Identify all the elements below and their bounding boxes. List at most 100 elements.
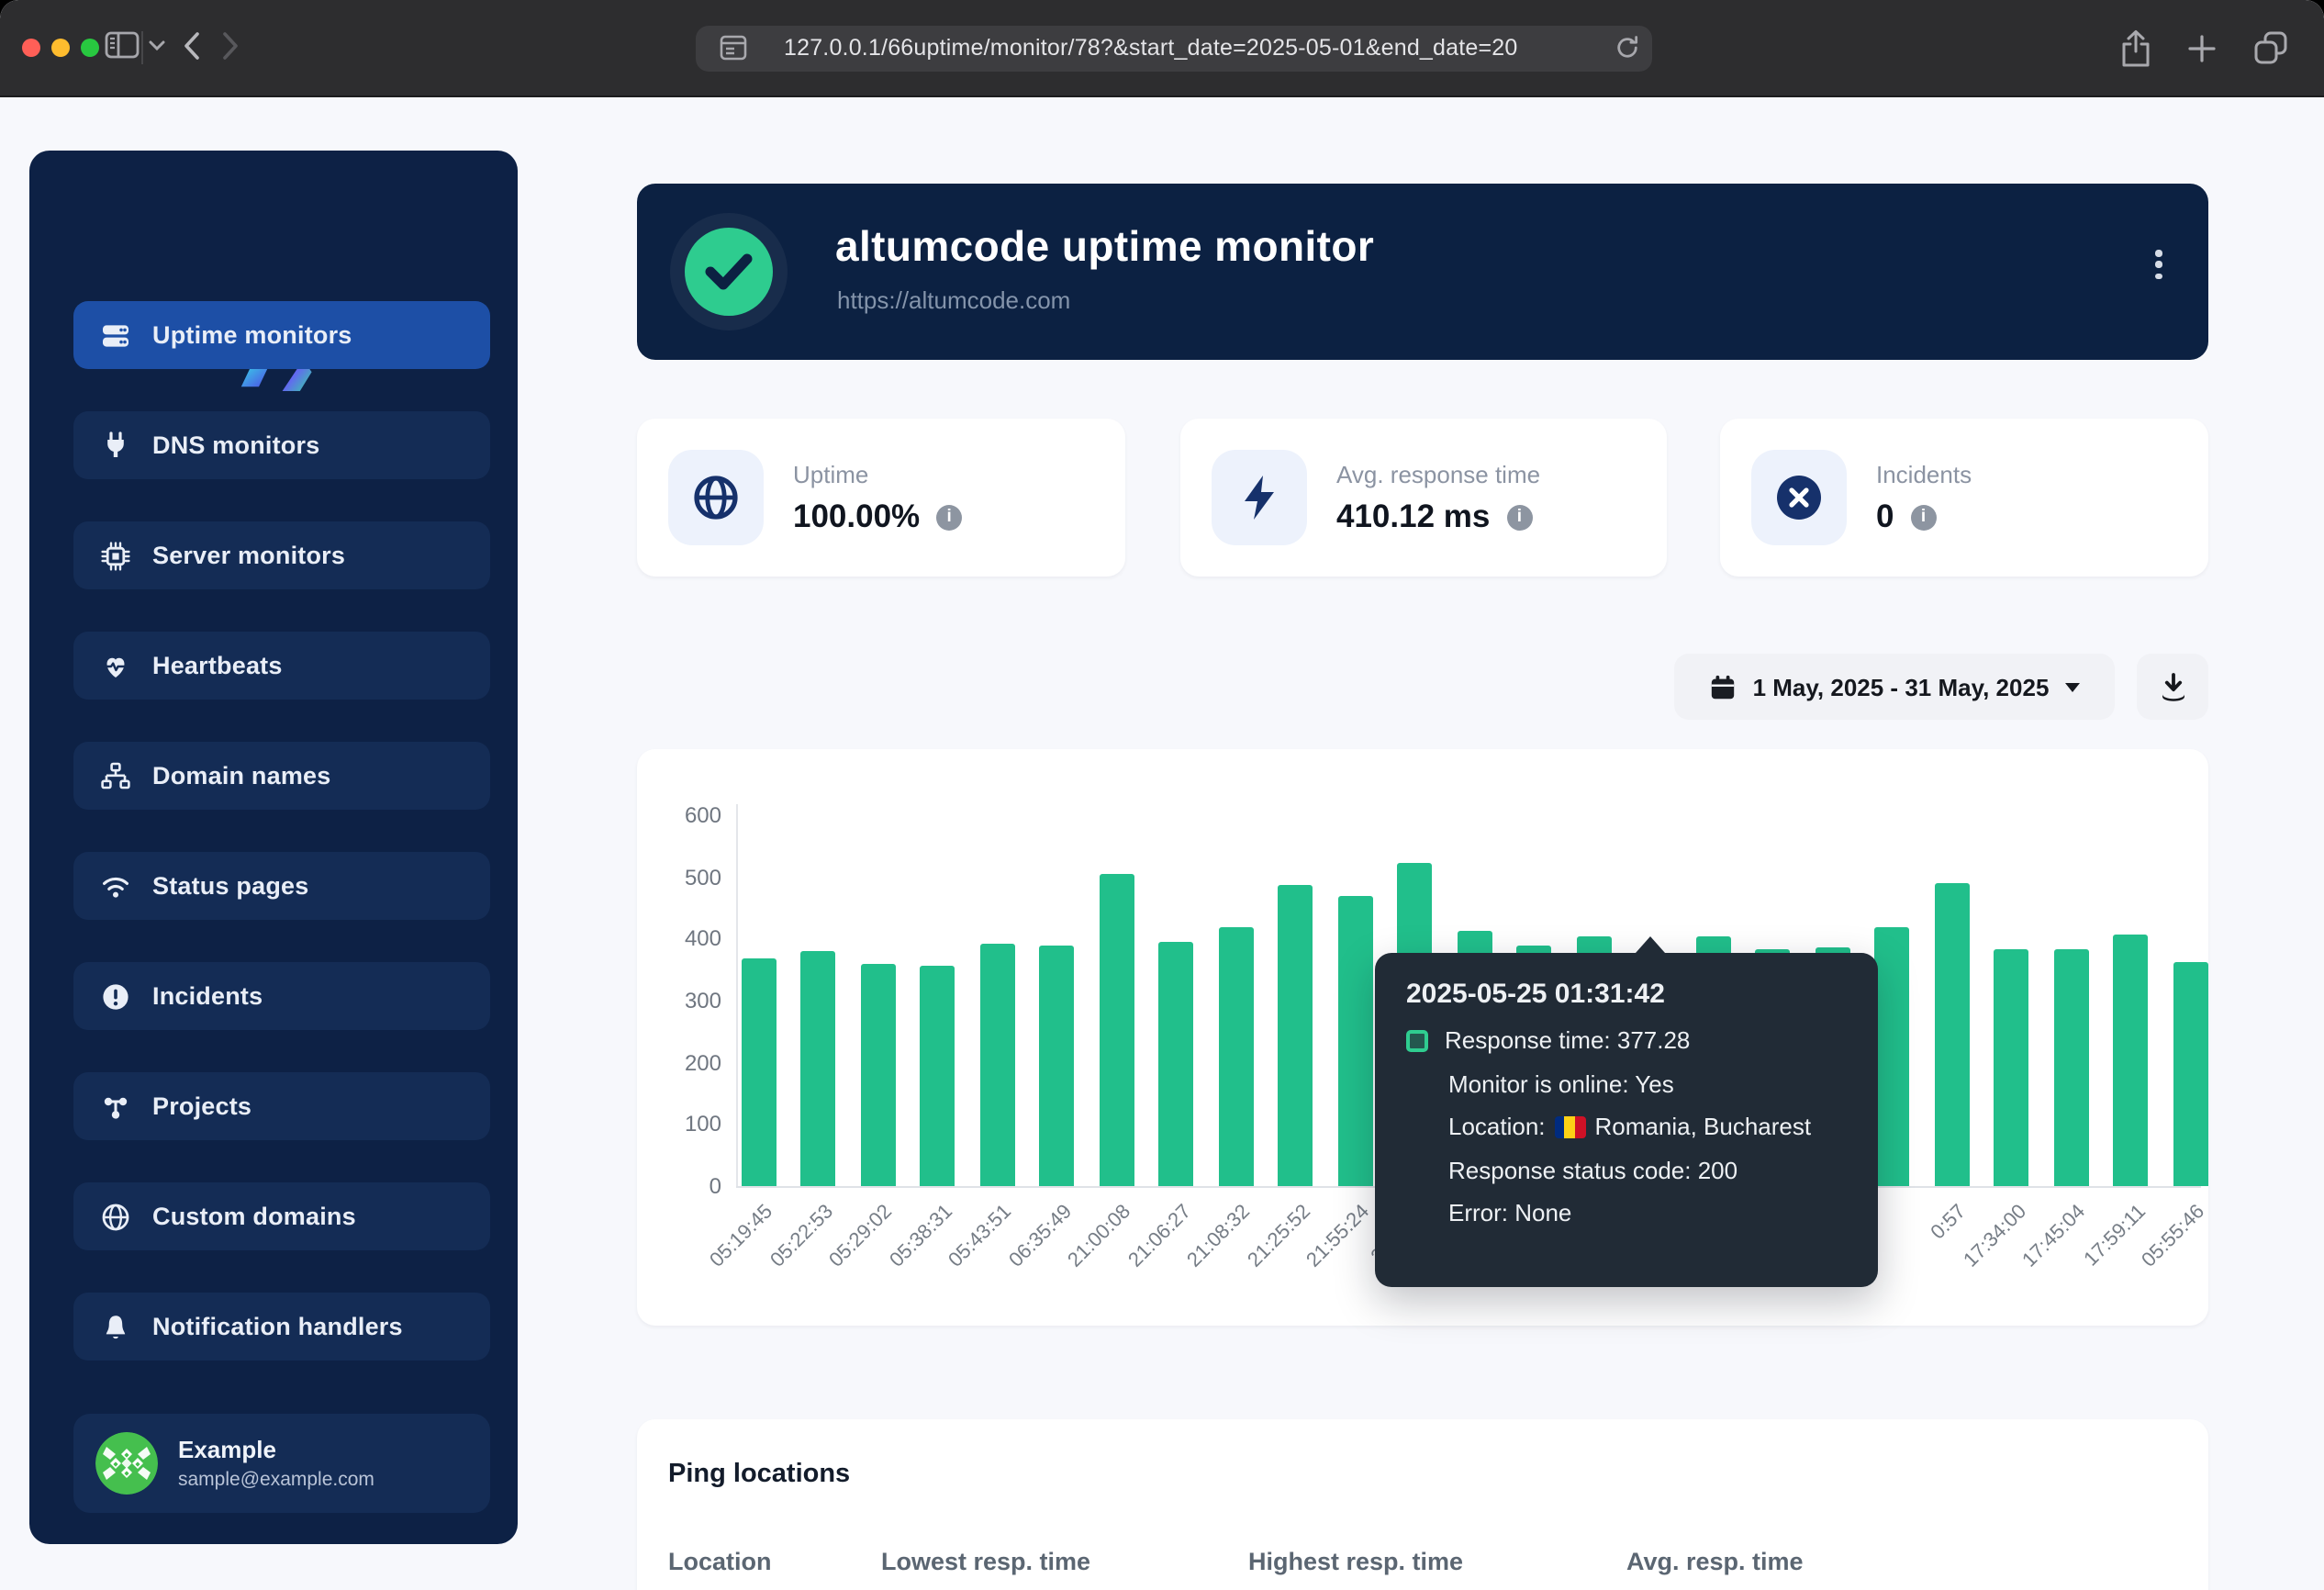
chart-bar[interactable] [800,951,835,1186]
chart-bar[interactable] [920,966,955,1186]
stat-label: Incidents [1876,461,1972,488]
sidebar-item-heartbeats[interactable]: Heartbeats [73,632,490,700]
sidebar-item-custom-domains[interactable]: Custom domains [73,1182,490,1250]
close-window-button[interactable] [22,39,40,57]
ping-locations-title: Ping locations [668,1460,850,1489]
chart-bar[interactable] [2173,962,2207,1186]
back-icon[interactable] [184,31,200,61]
info-icon[interactable]: i [936,504,962,530]
avatar [95,1432,158,1495]
reload-icon[interactable] [1615,35,1639,61]
sidebar-item-dns-monitors[interactable]: DNS monitors [73,411,490,479]
stat-card-incidents: Incidents 0i [1720,419,2208,577]
monitor-url-link[interactable]: https://altumcode.com [837,286,1070,314]
chart-bar[interactable] [1039,945,1074,1186]
stat-value: 0 [1876,498,1894,536]
caret-down-icon [2065,682,2080,691]
column-header-location: Location [668,1548,772,1575]
chart-tooltip: 2025-05-25 01:31:42 Response time: 377.2… [1375,953,1878,1287]
sidebar-item-label: Server monitors [152,542,345,569]
stat-label: Uptime [793,461,868,488]
chart-bar[interactable] [2113,935,2148,1186]
exclamation-circle-icon [101,981,130,1011]
bell-icon [101,1312,130,1341]
address-bar[interactable]: 127.0.0.1/66uptime/monitor/78?&start_dat… [696,26,1652,72]
column-header-highest: Highest resp. time [1248,1548,1463,1575]
new-tab-icon[interactable] [2188,35,2216,62]
account-button[interactable]: Example sample@example.com [73,1414,490,1513]
sidebar-item-label: Incidents [152,982,263,1010]
sidebar-item-notification-handlers[interactable]: Notification handlers [73,1293,490,1360]
tooltip-location-prefix: Location: [1448,1113,1546,1140]
chart-bar[interactable] [1934,883,1969,1186]
sidebar: Uptime monitors DNS monitors Se [29,151,518,1544]
sidebar-item-domain-names[interactable]: Domain names [73,742,490,810]
network-nodes-icon [101,1092,130,1121]
share-icon[interactable] [2120,29,2151,68]
chart-bar[interactable] [1994,949,2028,1186]
account-email: sample@example.com [178,1469,374,1491]
minimize-window-button[interactable] [51,39,70,57]
stat-card-response-time: Avg. response time 410.12 ms i [1180,419,1667,577]
heart-pulse-icon [101,651,130,680]
sidebar-item-status-pages[interactable]: Status pages [73,852,490,920]
y-axis-tick: 0 [655,1173,721,1199]
page-title: altumcode uptime monitor [835,222,1374,272]
account-name: Example [178,1436,374,1465]
tooltip-response-time: Response time: 377.28 [1445,1026,1690,1054]
response-time-chart-card: 600500400300200100005:19:4505:22:5305:29… [637,749,2208,1326]
sidebar-item-incidents[interactable]: Incidents [73,962,490,1030]
date-range-picker[interactable]: 1 May, 2025 - 31 May, 2025 [1674,654,2115,720]
sidebar-item-label: Notification handlers [152,1313,403,1340]
chart-bar[interactable] [1337,897,1372,1186]
tooltip-error: Error: None [1448,1199,1571,1226]
chart-bar[interactable] [860,965,895,1186]
chart-bar[interactable] [2053,950,2088,1186]
kebab-menu-button[interactable] [2146,250,2172,294]
stat-label: Avg. response time [1336,461,1540,488]
tabs-icon[interactable] [2254,31,2287,64]
stat-value: 410.12 ms [1336,498,1490,536]
bolt-icon [1212,450,1307,545]
chart-bar[interactable] [1099,874,1134,1186]
download-report-button[interactable] [2137,654,2208,720]
url-text: 127.0.0.1/66uptime/monitor/78?&start_dat… [784,26,1518,72]
date-range-label: 1 May, 2025 - 31 May, 2025 [1753,673,2050,700]
y-axis-tick: 300 [655,988,721,1013]
chart-bar[interactable] [1278,884,1313,1186]
chart-bar[interactable] [741,958,776,1186]
info-icon[interactable]: i [1910,504,1936,530]
info-icon[interactable]: i [1506,504,1532,530]
chart-bar[interactable] [1218,926,1253,1186]
sidebar-item-label: DNS monitors [152,431,319,459]
sidebar-item-label: Domain names [152,762,330,789]
server-stack-icon [101,320,130,350]
chart-bar[interactable] [979,944,1014,1186]
url-fade [1546,26,1608,72]
stat-card-uptime: Uptime 100.00% i [637,419,1125,577]
sidebar-panel-icon[interactable] [105,31,140,59]
sidebar-item-uptime-monitors[interactable]: Uptime monitors [73,301,490,369]
sidebar-item-label: Projects [152,1092,251,1120]
sidebar-item-projects[interactable]: Projects [73,1072,490,1140]
forward-icon[interactable] [222,31,239,61]
ping-locations-card: Ping locations Location Lowest resp. tim… [637,1419,2208,1590]
zoom-window-button[interactable] [81,39,99,57]
sidebar-item-server-monitors[interactable]: Server monitors [73,521,490,589]
sitemap-icon [101,761,130,790]
tooltip-online: Monitor is online: Yes [1448,1069,1674,1097]
toolbar-divider [141,31,143,64]
stat-value: 100.00% [793,498,920,536]
browser-toolbar: 127.0.0.1/66uptime/monitor/78?&start_dat… [0,0,2324,97]
chart-bar[interactable] [1874,927,1909,1186]
tooltip-timestamp: 2025-05-25 01:31:42 [1406,979,1847,1010]
sidebar-item-label: Status pages [152,872,308,900]
column-header-lowest: Lowest resp. time [881,1548,1090,1575]
wifi-icon [101,871,130,901]
chevron-down-icon[interactable] [149,40,165,51]
sidebar-item-label: Uptime monitors [152,321,352,349]
chart-bar[interactable] [1158,941,1193,1186]
y-axis-tick: 600 [655,802,721,828]
y-axis-tick: 400 [655,926,721,952]
y-axis-tick: 100 [655,1112,721,1137]
